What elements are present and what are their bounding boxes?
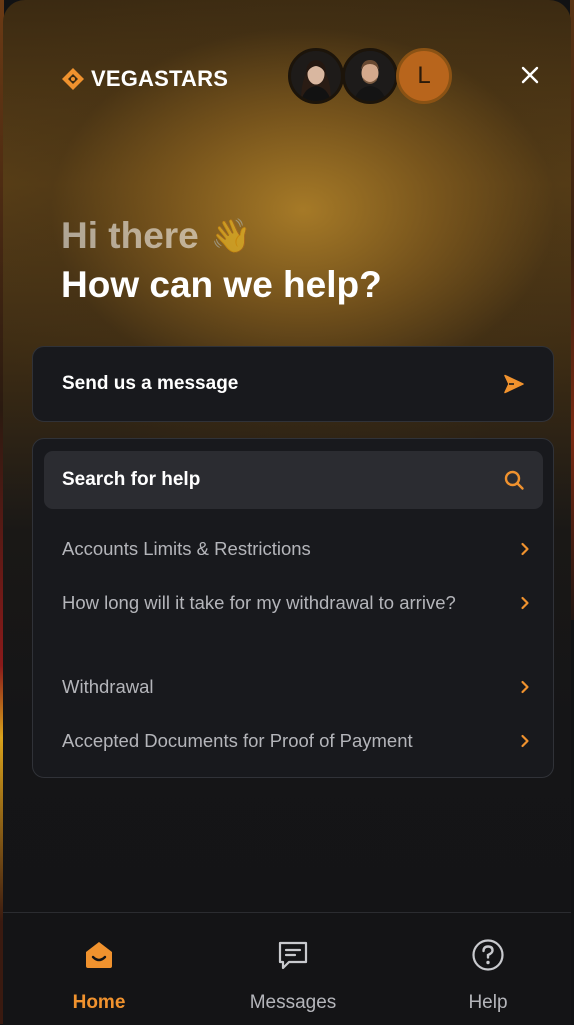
nav-messages-label: Messages xyxy=(249,992,337,1013)
chevron-right-icon xyxy=(521,734,529,747)
send-message-button[interactable]: Send us a message xyxy=(32,346,554,422)
agent-avatar-woman xyxy=(288,48,344,104)
nav-help-label: Help xyxy=(468,992,508,1013)
bottom-navigation: Home Messages Help xyxy=(3,912,571,1025)
article-title: Accepted Documents for Proof of Payment xyxy=(62,730,413,751)
nav-home-label: Home xyxy=(72,992,126,1013)
chevron-right-icon xyxy=(521,680,529,693)
article-link[interactable]: Withdrawal xyxy=(62,671,532,702)
search-help-label: Search for help xyxy=(62,469,201,490)
brand-name: VEGASTARS xyxy=(91,66,229,91)
send-message-label: Send us a message xyxy=(62,373,239,394)
header: VEGASTARS L xyxy=(3,0,571,160)
close-icon xyxy=(521,66,539,84)
logo-mark-icon xyxy=(62,68,84,90)
chevron-right-icon xyxy=(521,542,529,555)
chevron-right-icon xyxy=(521,596,529,609)
article-title: Accounts Limits & Restrictions xyxy=(62,538,311,559)
search-icon xyxy=(504,470,524,490)
article-title: Withdrawal xyxy=(62,676,154,697)
nav-tab-help[interactable]: Help xyxy=(418,937,558,1014)
agent-avatar-man xyxy=(342,48,398,104)
article-link[interactable]: Accounts Limits & Restrictions xyxy=(62,533,532,564)
waving-hand-icon: 👋 xyxy=(210,217,252,254)
brand-logo: VEGASTARS xyxy=(60,66,228,92)
greeting-block: Hi there 👋 How can we help? xyxy=(61,212,382,310)
person-portrait-icon xyxy=(345,51,395,101)
article-link[interactable]: How long will it take for my withdrawal … xyxy=(62,587,532,618)
messenger-panel: VEGASTARS L Hi there 👋 How can we help? … xyxy=(3,0,571,1024)
greeting-line-2: How can we help? xyxy=(61,264,382,305)
agent-avatar-initial: L xyxy=(396,48,452,104)
article-title: How long will it take for my withdrawal … xyxy=(62,592,456,613)
greeting-hi: Hi there xyxy=(61,215,199,256)
nav-tab-messages[interactable]: Messages xyxy=(223,937,363,1014)
person-portrait-icon xyxy=(291,51,341,101)
nav-tab-home[interactable]: Home xyxy=(29,937,169,1014)
close-button[interactable] xyxy=(515,60,545,90)
messages-icon xyxy=(275,937,311,973)
help-articles-card: Search for help Accounts Limits & Restri… xyxy=(32,438,554,778)
team-avatars: L xyxy=(288,48,452,104)
home-icon xyxy=(81,937,117,973)
send-arrow-icon xyxy=(504,374,524,394)
search-help-input[interactable]: Search for help xyxy=(44,451,543,509)
article-link[interactable]: Accepted Documents for Proof of Payment xyxy=(62,725,532,756)
avatar-initial-letter: L xyxy=(417,62,431,89)
help-icon xyxy=(470,937,506,973)
greeting-line-1: Hi there 👋 xyxy=(61,212,382,260)
